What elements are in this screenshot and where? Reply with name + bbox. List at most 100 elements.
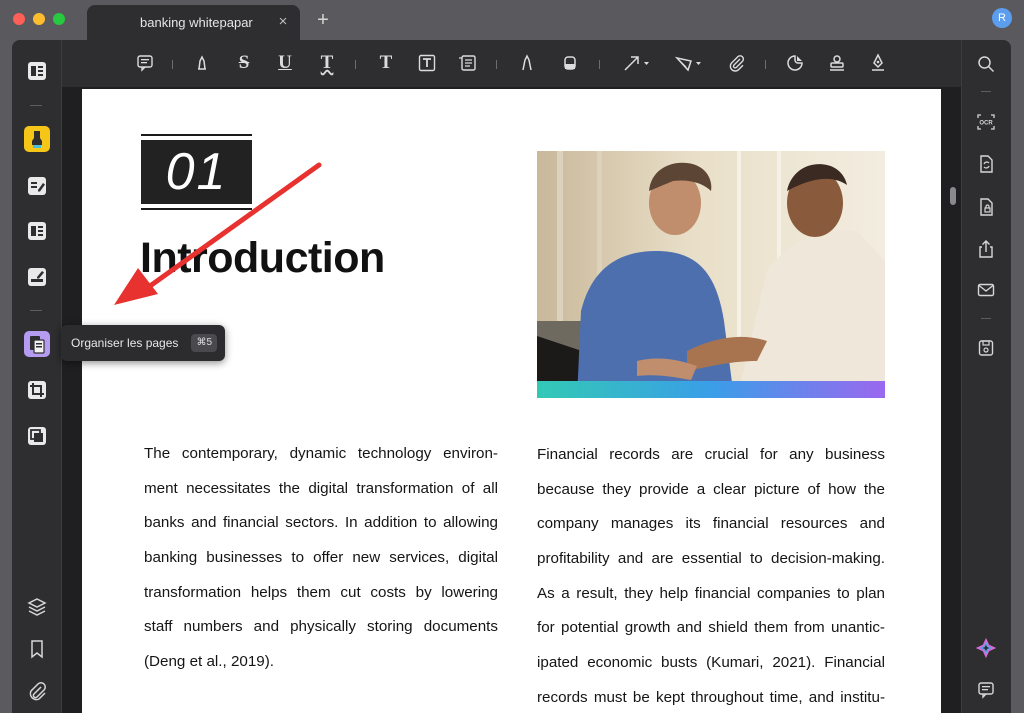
- email-icon: [977, 283, 995, 297]
- attachment-panel-button[interactable]: [24, 678, 50, 704]
- text-line: (Deng et al., 2019).: [144, 653, 275, 671]
- document-tab[interactable]: banking whitepapar ×: [87, 5, 300, 40]
- bookmark-icon: [31, 640, 43, 659]
- convert-icon: [980, 155, 993, 173]
- text-box-icon: [418, 54, 436, 72]
- convert-button[interactable]: [975, 153, 997, 175]
- text-line: The contemporary, dynamic technology env…: [144, 445, 498, 462]
- eraser-tool[interactable]: [559, 52, 581, 74]
- squiggly-tool[interactable]: T: [316, 52, 338, 74]
- text-line: records must be kept throughout time, an…: [537, 688, 885, 706]
- right-sidebar: OCR: [950, 40, 1011, 713]
- ocr-icon: OCR: [977, 114, 995, 130]
- crop-button[interactable]: [24, 377, 50, 403]
- tab-close-button[interactable]: ×: [274, 13, 292, 31]
- tooltip-shortcut: ⌘5: [191, 334, 217, 352]
- left-column-text: The contemporary, dynamic technology env…: [144, 437, 498, 680]
- ai-assistant-icon: [976, 638, 996, 658]
- bookmark-button[interactable]: [24, 636, 50, 662]
- fill-sign-icon: [28, 268, 46, 286]
- text-box-tool[interactable]: [416, 52, 438, 74]
- chapter-rule: [141, 208, 252, 210]
- arrow-tool[interactable]: [622, 52, 652, 74]
- protect-button[interactable]: [975, 196, 997, 218]
- annotation-toolbar: S U T T: [62, 40, 961, 87]
- reader-button[interactable]: [24, 58, 50, 84]
- ocr-button[interactable]: OCR: [975, 111, 997, 133]
- shape-icon: [674, 56, 701, 72]
- comment-tool[interactable]: [134, 52, 156, 74]
- shape-tool[interactable]: [674, 52, 704, 74]
- attach-file-tool[interactable]: [726, 52, 748, 74]
- form-button[interactable]: [24, 218, 50, 244]
- user-avatar[interactable]: R: [992, 8, 1012, 28]
- save-icon: [978, 340, 994, 356]
- save-button[interactable]: [975, 337, 997, 359]
- pencil-tool[interactable]: [516, 52, 538, 74]
- search-icon: [978, 56, 995, 73]
- text-line: profitability and are essential to decis…: [537, 550, 885, 568]
- edit-pdf-icon: [28, 177, 46, 195]
- organize-pages-button[interactable]: [24, 331, 50, 357]
- toolbar-separator: [599, 60, 600, 69]
- text-line: Financial records are crucial for any bu…: [537, 446, 885, 463]
- text-line: because they provide a clear picture of …: [537, 480, 885, 498]
- text-line: banking businesses to offer new services…: [144, 549, 498, 567]
- comment-mode-button[interactable]: [24, 126, 50, 152]
- ai-assistant-button[interactable]: [975, 637, 997, 659]
- close-window-button[interactable]: [13, 13, 25, 25]
- fill-sign-button[interactable]: [24, 264, 50, 290]
- attachment-icon: [729, 55, 745, 72]
- text-line: ipated economic busts (Kumari, 2021). Fi…: [537, 654, 885, 672]
- toolbar-separator: [765, 60, 766, 69]
- search-button[interactable]: [975, 53, 997, 75]
- text-tool[interactable]: T: [375, 52, 397, 74]
- text-line: banks and financial sectors. In addition…: [144, 514, 498, 532]
- toolbar-separator: [172, 60, 173, 69]
- tooltip-label: Organiser les pages: [71, 336, 179, 350]
- sticker-tool[interactable]: [784, 52, 806, 74]
- section-title: Introduction: [140, 234, 385, 282]
- attachment-icon: [29, 682, 46, 701]
- right-column-text: Financial records are crucial for any bu…: [537, 438, 885, 713]
- page-tools-button[interactable]: [24, 423, 50, 449]
- share-button[interactable]: [975, 238, 997, 260]
- new-tab-button[interactable]: +: [314, 10, 332, 30]
- zoom-window-button[interactable]: [53, 13, 65, 25]
- text-line: ment necessitates the digital transforma…: [144, 479, 498, 497]
- sticker-icon: [787, 55, 803, 71]
- chapter-rule: [141, 134, 252, 136]
- text-callout-tool[interactable]: [457, 52, 479, 74]
- left-sidebar: [12, 40, 62, 713]
- sidebar-separator: [30, 310, 42, 311]
- toolbar-separator: [496, 60, 497, 69]
- pencil-icon: [522, 54, 532, 71]
- page-tools-icon: [28, 427, 46, 445]
- vertical-scrollbar[interactable]: [950, 187, 956, 205]
- form-icon: [28, 222, 46, 240]
- email-button[interactable]: [975, 279, 997, 301]
- comments-panel-button[interactable]: [975, 679, 997, 701]
- highlight-icon: [198, 55, 206, 70]
- reader-icon: [28, 62, 46, 80]
- text-line: company manages its financial resources …: [537, 515, 885, 533]
- signature-tool[interactable]: [867, 52, 889, 74]
- share-icon: [979, 240, 993, 258]
- layers-icon: [27, 598, 47, 616]
- layers-button[interactable]: [24, 594, 50, 620]
- stamp-tool[interactable]: [826, 52, 848, 74]
- minimize-window-button[interactable]: [33, 13, 45, 25]
- photo-gradient-bar: [537, 381, 885, 398]
- highlight-tool[interactable]: [191, 52, 213, 74]
- eraser-icon: [564, 56, 576, 70]
- text-line: for potential growth and shield them fro…: [537, 619, 885, 637]
- underline-tool[interactable]: U: [274, 52, 296, 74]
- edit-pdf-button[interactable]: [24, 173, 50, 199]
- sidebar-separator: [30, 105, 42, 106]
- strikethrough-tool[interactable]: S: [233, 52, 255, 74]
- crop-icon: [28, 381, 46, 399]
- comments-icon: [978, 682, 994, 699]
- arrow-icon: [624, 56, 649, 71]
- organize-pages-tooltip: Organiser les pages ⌘5: [61, 325, 225, 361]
- pdf-page: 01 Introduction The contemporary, dynami…: [82, 89, 941, 713]
